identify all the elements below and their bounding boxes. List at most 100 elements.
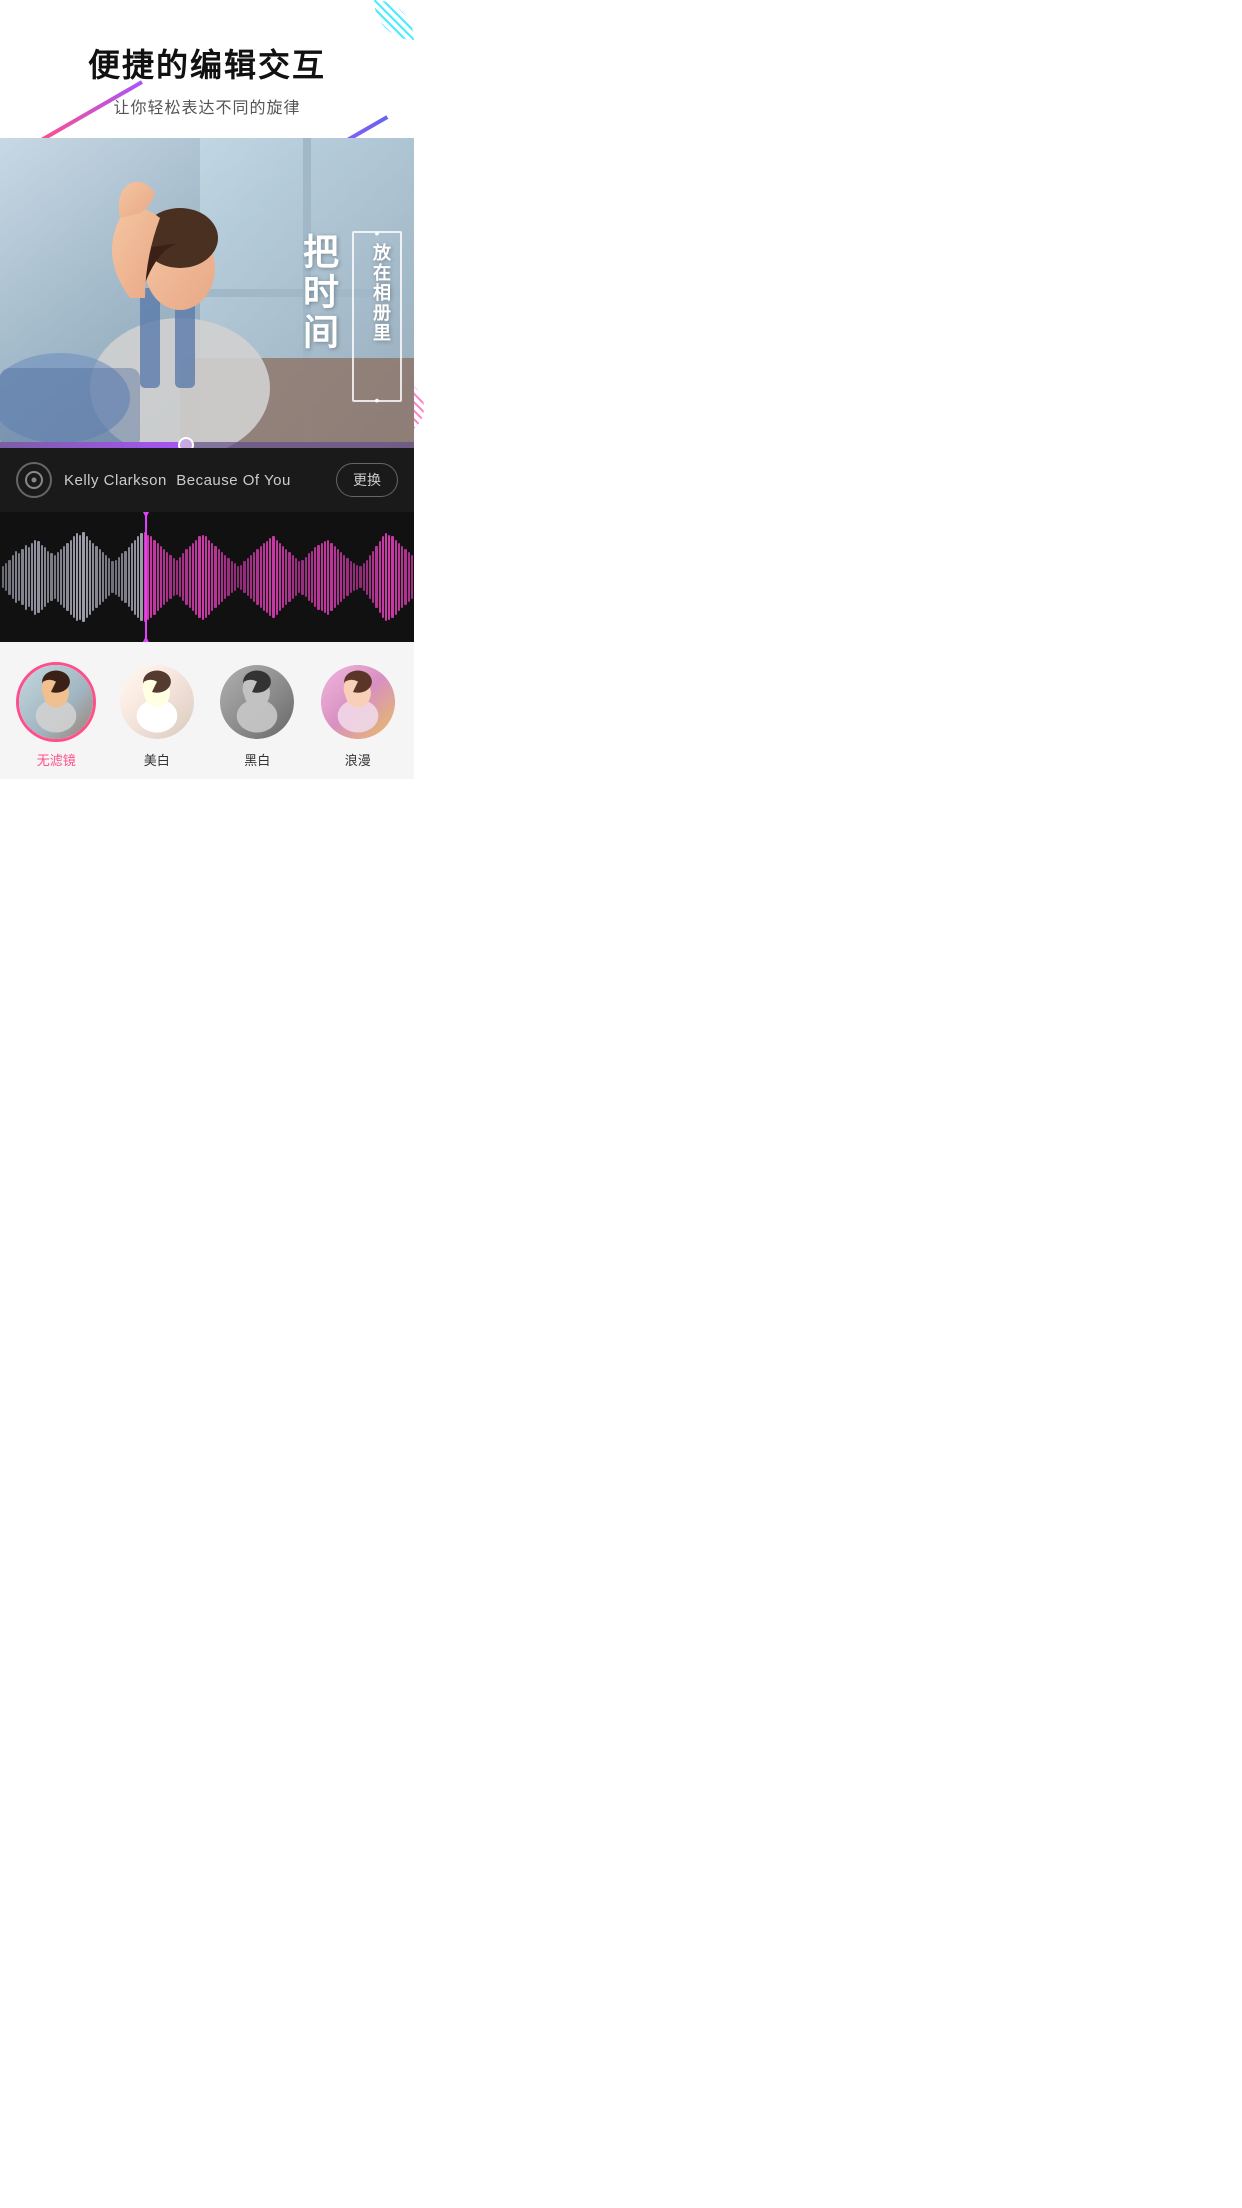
filter-svg-romantic xyxy=(321,665,395,739)
waveform-bar xyxy=(124,551,126,604)
waveform-bar xyxy=(79,535,81,620)
waveform-bar xyxy=(311,551,313,604)
waveform-bar xyxy=(25,545,27,610)
waveform-bar xyxy=(240,565,242,590)
waveform-bar xyxy=(243,561,245,592)
waveform-bar xyxy=(366,560,368,595)
waveform-bar xyxy=(247,558,249,596)
waveform-bar xyxy=(121,553,123,601)
waveform-bar xyxy=(128,547,130,607)
waveform-bar xyxy=(185,549,187,605)
waveform-bar xyxy=(115,560,117,595)
music-song: Because Of You xyxy=(176,472,291,489)
waveform-bar xyxy=(66,543,68,612)
waveform-bar xyxy=(285,549,287,605)
music-info: Kelly Clarkson Because Of You xyxy=(64,472,324,489)
waveform-bar xyxy=(401,546,403,609)
waveform-bar xyxy=(337,549,339,605)
waveform-bar xyxy=(301,560,303,595)
waveform-bar xyxy=(63,546,65,609)
waveform-bar xyxy=(102,552,104,602)
waveform-bar xyxy=(89,540,91,615)
waveform-bar xyxy=(227,558,229,596)
filter-thumb-romantic[interactable] xyxy=(318,662,398,742)
waveform-bar xyxy=(276,540,278,615)
waveform-bar xyxy=(182,553,184,601)
waveform-bar xyxy=(34,540,36,615)
waveform-bar xyxy=(5,563,7,591)
waveform-bar xyxy=(314,547,316,607)
waveform-bar xyxy=(131,543,133,612)
filter-item-romantic[interactable]: 浪漫 xyxy=(312,662,405,769)
waveform-bar xyxy=(350,561,352,592)
filter-thumb-original[interactable] xyxy=(16,662,96,742)
waveform-section[interactable] xyxy=(0,512,414,642)
waveform-bar xyxy=(173,558,175,596)
video-progress-fill xyxy=(0,442,186,448)
waveform-bar xyxy=(198,536,200,617)
waveform-bar xyxy=(382,536,384,617)
waveform-bar xyxy=(375,546,377,609)
filter-svg-original xyxy=(19,665,93,739)
waveform-bar xyxy=(153,540,155,615)
waveform-bar xyxy=(47,551,49,604)
waveform-bar xyxy=(305,557,307,597)
waveform-bar xyxy=(234,563,236,591)
video-progress-bar[interactable] xyxy=(0,442,414,448)
waveform-bar xyxy=(8,560,10,595)
waveform-bar xyxy=(343,555,345,599)
music-disc-icon xyxy=(25,471,43,489)
filters-section: 无滤镜 xyxy=(0,642,414,779)
filter-item-white[interactable]: 美白 xyxy=(111,662,204,769)
waveform-bar xyxy=(269,538,271,616)
music-artist: Kelly Clarkson xyxy=(64,472,167,489)
filter-thumb-white[interactable] xyxy=(117,662,197,742)
video-progress-thumb[interactable] xyxy=(178,437,194,448)
music-change-button[interactable]: 更换 xyxy=(336,463,398,497)
waveform-bar xyxy=(369,555,371,599)
waveform-bar xyxy=(346,558,348,596)
waveform-bar xyxy=(295,558,297,596)
waveform-bar xyxy=(231,561,233,592)
filter-item-bw[interactable]: 黑白 xyxy=(211,662,304,769)
waveform-bar xyxy=(160,546,162,609)
waveform-bar xyxy=(224,555,226,599)
waveform-bar xyxy=(221,552,223,602)
filters-row: 无滤镜 xyxy=(10,662,404,769)
waveform-bar xyxy=(388,535,390,620)
filter-svg-bw xyxy=(220,665,294,739)
filter-item-original[interactable]: 无滤镜 xyxy=(10,662,103,769)
playhead[interactable] xyxy=(145,512,147,642)
waveform-bar xyxy=(356,565,358,590)
filter-thumb-bw[interactable] xyxy=(217,662,297,742)
waveform-bar xyxy=(140,533,142,621)
waveform-bar xyxy=(327,540,329,615)
waveform-bar xyxy=(92,543,94,612)
waveform-bar xyxy=(18,553,20,601)
waveform-bar xyxy=(372,551,374,604)
waveform-bar xyxy=(73,536,75,617)
waveform-bar xyxy=(111,561,113,592)
waveform-bar xyxy=(398,543,400,612)
waveform-bar xyxy=(334,546,336,609)
waveform-bar xyxy=(134,540,136,615)
waveform-bar xyxy=(292,555,294,599)
waveform-bar xyxy=(205,536,207,617)
waveform-bar xyxy=(189,546,191,609)
waveform-bar xyxy=(330,543,332,612)
music-icon xyxy=(16,462,52,498)
waveform-bar xyxy=(15,551,17,604)
waveform-bar xyxy=(353,563,355,591)
waveform-bar xyxy=(260,546,262,609)
video-overlay-side: 放在相册里 xyxy=(368,243,394,343)
waveform-bar xyxy=(176,560,178,595)
waveform-bar xyxy=(279,543,281,612)
waveform-bar xyxy=(385,533,387,621)
waveform-bar xyxy=(195,540,197,615)
waveform-bar xyxy=(408,552,410,602)
video-container[interactable]: 把时间 放在相册里 xyxy=(0,138,414,448)
waveform-bar xyxy=(253,552,255,602)
waveform-bar xyxy=(379,541,381,614)
waveform-bar xyxy=(298,561,300,592)
waveform-bar xyxy=(86,536,88,617)
